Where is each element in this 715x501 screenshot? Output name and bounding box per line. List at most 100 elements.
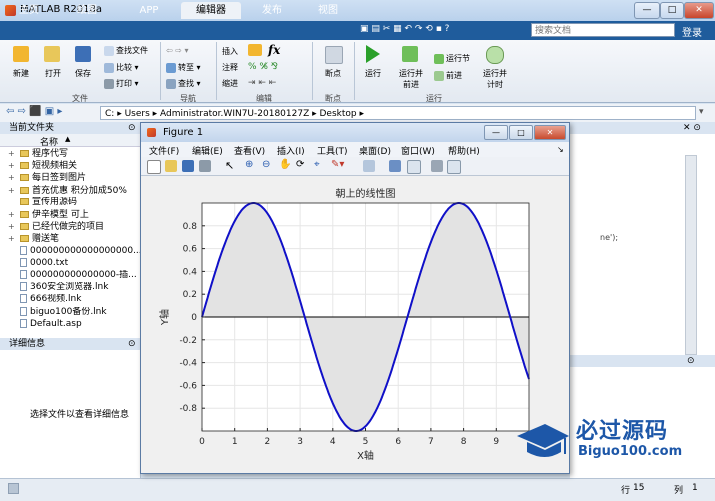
- file-item[interactable]: 360安全浏览器.lnk: [8, 282, 140, 293]
- print-figure-icon[interactable]: [199, 160, 211, 172]
- new-figure-icon[interactable]: [147, 160, 161, 174]
- menu-dock-icon[interactable]: ↘: [557, 145, 564, 154]
- run-section-button[interactable]: 运行节: [434, 53, 470, 64]
- colorbar-icon[interactable]: [389, 160, 401, 172]
- menu-edit[interactable]: 编辑(E): [192, 144, 223, 157]
- figure-title-bar[interactable]: Figure 1 — □ ✕: [141, 123, 569, 142]
- expand-icon[interactable]: +: [8, 221, 15, 232]
- folder-item[interactable]: + 短视频相关: [8, 160, 140, 171]
- editor-scrollbar[interactable]: [685, 155, 697, 355]
- name-column-header[interactable]: 名称: [40, 135, 58, 148]
- save-button[interactable]: 保存: [70, 68, 96, 79]
- tab-plots[interactable]: 绘图: [66, 2, 108, 19]
- figure-canvas[interactable]: 0 1 2 3 4 5 6 7 8 9 -0.8 -0.6 -0.4 -0.2 0 0.2 0.4 0.6 0.8 朝…: [141, 176, 569, 473]
- run-button[interactable]: 运行: [358, 68, 388, 79]
- run-time-button[interactable]: 运行并 计时: [478, 68, 512, 90]
- hide-tools-icon[interactable]: [431, 160, 443, 172]
- expand-icon[interactable]: +: [8, 172, 15, 183]
- new-button[interactable]: 新建: [8, 68, 34, 79]
- advance-button[interactable]: 前进: [434, 70, 462, 81]
- sort-arrow-icon[interactable]: ▲: [65, 135, 70, 143]
- print-button[interactable]: 打印 ▾: [104, 78, 139, 89]
- open-file-icon[interactable]: [165, 160, 177, 172]
- rotate-icon[interactable]: ⟳: [296, 159, 304, 170]
- file-item[interactable]: 666视频.lnk: [8, 294, 140, 305]
- show-tools-icon[interactable]: [447, 160, 461, 174]
- minimize-button[interactable]: —: [634, 2, 660, 19]
- zoom-out-icon[interactable]: ⊖: [262, 159, 270, 170]
- folder-item[interactable]: + 伊辛模型 可上: [8, 209, 140, 220]
- nav-buttons[interactable]: ⇦ ⇨ ⬛ ▣ ▸: [6, 106, 62, 117]
- save-figure-icon[interactable]: [182, 160, 194, 172]
- expand-icon[interactable]: +: [8, 209, 15, 220]
- file-item[interactable]: biguo100备份.lnk: [8, 306, 140, 318]
- run-advance-button[interactable]: 运行并 前进: [394, 68, 428, 90]
- path-segment-drive[interactable]: C:: [105, 109, 114, 119]
- file-item[interactable]: 0000.txt: [8, 257, 140, 269]
- expand-icon[interactable]: +: [8, 160, 15, 171]
- path-segment-desktop[interactable]: Desktop: [320, 109, 357, 119]
- tab-editor[interactable]: 编辑器: [181, 2, 241, 19]
- figure-maximize-button[interactable]: □: [509, 125, 533, 140]
- folder-item[interactable]: + 赠送笔: [8, 233, 140, 244]
- path-segment-user[interactable]: Administrator.WIN7U-20180127Z: [160, 109, 309, 119]
- command-window-menu-icon[interactable]: ⊙: [687, 356, 695, 366]
- legend-icon[interactable]: [407, 160, 421, 174]
- link-plot-icon[interactable]: [363, 160, 375, 172]
- folder-item[interactable]: 宣传用源码: [8, 197, 140, 208]
- find-files-button[interactable]: 查找文件: [104, 45, 148, 56]
- quick-access-toolbar[interactable]: ▣ ▤ ✂ ▦ ↶ ↷ ⟲ ▪ ?: [360, 24, 449, 34]
- insert-button[interactable]: 插入: [222, 46, 238, 57]
- menu-desktop[interactable]: 桌面(D): [359, 144, 391, 157]
- expand-icon[interactable]: +: [8, 185, 15, 196]
- expand-icon[interactable]: +: [8, 233, 15, 244]
- expand-icon[interactable]: +: [8, 148, 15, 159]
- comment-button[interactable]: 注释: [222, 62, 238, 73]
- data-cursor-icon[interactable]: ⌖: [314, 159, 320, 170]
- file-item[interactable]: Default.asp: [8, 318, 140, 330]
- breakpoints-button[interactable]: 断点: [318, 68, 348, 79]
- file-item[interactable]: 000000000000000-插...: [8, 270, 140, 281]
- tab-view[interactable]: 视图: [305, 2, 351, 19]
- tab-publish[interactable]: 发布: [247, 2, 297, 19]
- fx-button[interactable]: fx: [268, 43, 280, 57]
- goto-button[interactable]: 转至 ▾: [166, 62, 201, 73]
- tab-home[interactable]: 主页: [8, 2, 50, 19]
- menu-insert[interactable]: 插入(I): [277, 144, 305, 157]
- nav-arrows[interactable]: ⇦ ⇨ ▾: [166, 46, 189, 55]
- editor-menu-icon[interactable]: ✕ ⊙: [683, 123, 701, 133]
- close-button[interactable]: ✕: [684, 2, 714, 19]
- folder-item[interactable]: + 已经代做完的项目: [8, 221, 140, 232]
- path-field[interactable]: C: ▸ Users ▸ Administrator.WIN7U-2018012…: [100, 106, 696, 120]
- path-dropdown-icon[interactable]: ▾: [699, 107, 704, 117]
- folder-item[interactable]: + 程序代写: [8, 148, 140, 159]
- compare-button[interactable]: 比较 ▾: [104, 62, 139, 73]
- menu-window[interactable]: 窗口(W): [401, 144, 435, 157]
- indent-button[interactable]: 缩进: [222, 78, 238, 89]
- figure-window[interactable]: Figure 1 — □ ✕ 文件(F) 编辑(E) 查看(V) 插入(I) 工…: [140, 122, 570, 474]
- folder-item[interactable]: + 首充优惠 积分加成50%: [8, 185, 140, 196]
- find-button[interactable]: 查找 ▾: [166, 78, 201, 89]
- brush-icon[interactable]: ✎▾: [331, 159, 344, 170]
- current-folder-menu-icon[interactable]: ⊙: [128, 123, 136, 133]
- figure-close-button[interactable]: ✕: [534, 125, 566, 140]
- search-input[interactable]: [531, 23, 675, 37]
- details-menu-icon[interactable]: ⊙: [128, 339, 136, 349]
- folder-item[interactable]: + 每日签到图片: [8, 172, 140, 183]
- menu-file[interactable]: 文件(F): [149, 144, 179, 157]
- pan-icon[interactable]: ✋: [279, 159, 291, 170]
- zoom-in-icon[interactable]: ⊕: [245, 159, 253, 170]
- login-link[interactable]: 登录: [682, 24, 702, 39]
- path-segment-users[interactable]: Users: [125, 109, 150, 119]
- tab-apps[interactable]: APP: [126, 2, 172, 19]
- file-item[interactable]: 000000000000000000...: [8, 245, 140, 257]
- indent-icons[interactable]: ⇥ ⇤ ⇤: [248, 78, 276, 88]
- comment-icons[interactable]: % %̸ ⅋: [248, 62, 278, 72]
- figure-minimize-button[interactable]: —: [484, 125, 508, 140]
- menu-view[interactable]: 查看(V): [234, 144, 265, 157]
- maximize-button[interactable]: □: [660, 2, 684, 19]
- menu-tools[interactable]: 工具(T): [317, 144, 348, 157]
- pointer-icon[interactable]: ↖: [225, 159, 234, 172]
- open-button[interactable]: 打开: [40, 68, 66, 79]
- menu-help[interactable]: 帮助(H): [448, 144, 480, 157]
